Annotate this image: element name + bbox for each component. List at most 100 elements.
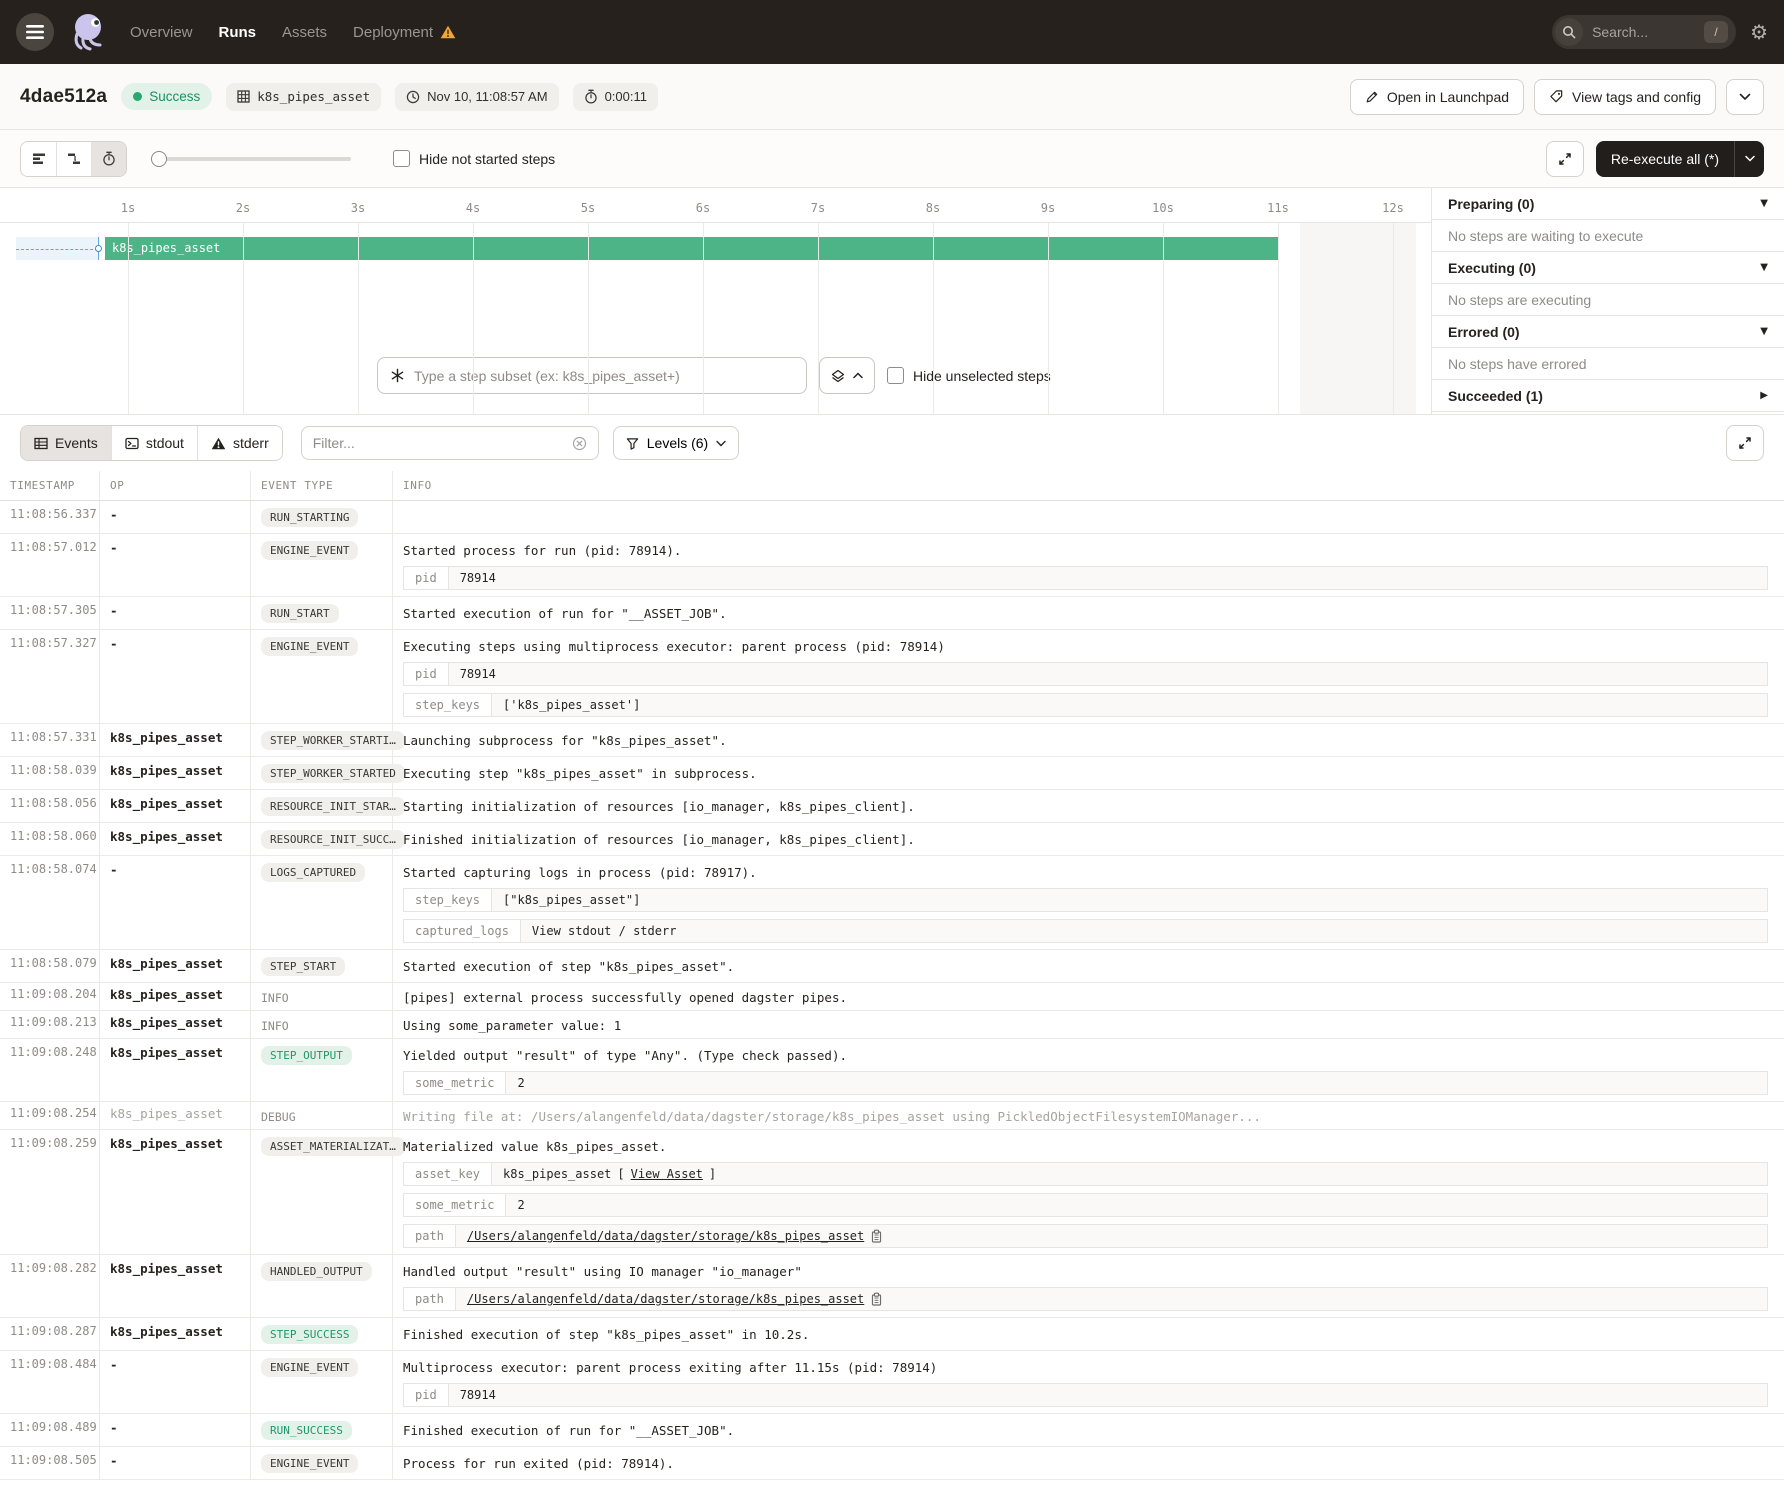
run-actions-dropdown-button[interactable] — [1726, 79, 1764, 115]
log-table-row[interactable]: 11:08:58.039k8s_pipes_assetSTEP_WORKER_S… — [0, 757, 1784, 790]
log-table-row[interactable]: 11:09:08.213k8s_pipes_assetINFOUsing som… — [0, 1011, 1784, 1039]
checkbox-box[interactable] — [887, 367, 904, 384]
clear-filter-icon[interactable] — [572, 436, 587, 451]
nav-item-overview[interactable]: Overview — [130, 24, 193, 41]
event-timestamp: 11:08:58.060 — [0, 823, 100, 855]
reexecute-all-button[interactable]: Re-execute all (*) — [1596, 141, 1734, 177]
nav-item-runs[interactable]: Runs — [219, 24, 257, 41]
event-metadata-entry: pid78914 — [403, 566, 1768, 590]
log-table-row[interactable]: 11:08:57.305-RUN_STARTStarted execution … — [0, 597, 1784, 630]
event-metadata-entry: step_keys["k8s_pipes_asset"] — [403, 888, 1768, 912]
log-table-row[interactable]: 11:08:58.074-LOGS_CAPTUREDStarted captur… — [0, 856, 1784, 950]
view-tags-config-button[interactable]: View tags and config — [1534, 79, 1716, 115]
log-table-row[interactable]: 11:09:08.282k8s_pipes_assetHANDLED_OUTPU… — [0, 1255, 1784, 1318]
event-type-badge: RUN_SUCCESS — [261, 1421, 352, 1440]
chevron-up-icon — [853, 372, 863, 379]
chevron-down-icon: ▼ — [1760, 326, 1768, 337]
log-table-row[interactable]: 11:09:08.489-RUN_SUCCESSFinished executi… — [0, 1414, 1784, 1447]
search-input[interactable]: Search... / — [1552, 15, 1736, 49]
log-table-row[interactable]: 11:09:08.505-ENGINE_EVENTProcess for run… — [0, 1447, 1784, 1480]
log-table-row[interactable]: 11:09:08.259k8s_pipes_assetASSET_MATERIA… — [0, 1130, 1784, 1255]
status-section-header[interactable]: Errored (0)▼ — [1432, 316, 1784, 348]
event-timestamp: 11:08:57.327 — [0, 630, 100, 723]
log-table-row[interactable]: 11:08:57.327-ENGINE_EVENTExecuting steps… — [0, 630, 1784, 724]
metadata-value: /Users/alangenfeld/data/dagster/storage/… — [456, 1288, 1767, 1310]
event-info: Started capturing logs in process (pid: … — [393, 856, 1784, 949]
log-table-row[interactable]: 11:09:08.254k8s_pipes_assetDEBUGWriting … — [0, 1102, 1784, 1130]
step-subset-input[interactable]: Type a step subset (ex: k8s_pipes_asset+… — [377, 357, 807, 394]
hamburger-menu-button[interactable] — [16, 13, 54, 51]
path-link[interactable]: /Users/alangenfeld/data/dagster/storage/… — [467, 1229, 864, 1243]
axis-tick-label: 6s — [696, 201, 710, 215]
gantt-time-axis: 1s2s3s4s5s6s7s8s9s10s11s12s — [0, 188, 1431, 223]
chevron-down-icon — [1739, 93, 1751, 101]
log-table-row[interactable]: 11:09:08.287k8s_pipes_assetSTEP_SUCCESSF… — [0, 1318, 1784, 1351]
log-table-row[interactable]: 11:08:56.337-RUN_STARTING — [0, 501, 1784, 534]
log-table-row[interactable]: 11:09:08.204k8s_pipes_assetINFO[pipes] e… — [0, 983, 1784, 1011]
copy-icon[interactable] — [870, 1229, 883, 1243]
event-type-cell: ENGINE_EVENT — [251, 1351, 393, 1413]
asset-tag[interactable]: k8s_pipes_asset — [226, 83, 381, 111]
log-table-row[interactable]: 11:08:58.060k8s_pipes_assetRESOURCE_INIT… — [0, 823, 1784, 856]
axis-gridline — [358, 223, 359, 414]
octopus-logo-icon — [68, 11, 110, 53]
log-tab-stderr[interactable]: stderr — [197, 426, 282, 460]
event-type-cell: STEP_WORKER_STARTI… — [251, 724, 393, 756]
event-op: k8s_pipes_asset — [100, 757, 251, 789]
event-metadata-entry: path/Users/alangenfeld/data/dagster/stor… — [403, 1224, 1768, 1248]
log-filter-input[interactable]: Filter... — [301, 426, 599, 460]
path-link[interactable]: /Users/alangenfeld/data/dagster/storage/… — [467, 1292, 864, 1306]
event-timestamp: 11:09:08.489 — [0, 1414, 100, 1446]
event-info: Materialized value k8s_pipes_asset.asset… — [393, 1130, 1784, 1254]
reexecute-dropdown-button[interactable] — [1734, 141, 1764, 177]
gantt-zoom-slider[interactable] — [151, 151, 351, 167]
event-type-badge: STEP_START — [261, 957, 345, 976]
checkbox-box[interactable] — [393, 150, 410, 167]
levels-filter-button[interactable]: Levels (6) — [613, 426, 739, 460]
start-time: Nov 10, 11:08:57 AM — [395, 83, 558, 111]
event-info: Finished execution of run for "__ASSET_J… — [393, 1414, 1784, 1446]
event-type-badge: RUN_START — [261, 604, 339, 623]
view-mode-timed-button[interactable] — [91, 142, 126, 176]
expand-icon — [1557, 151, 1573, 167]
log-table-row[interactable]: 11:09:08.248k8s_pipes_assetSTEP_OUTPUTYi… — [0, 1039, 1784, 1102]
graph-query-toggle-button[interactable] — [819, 357, 875, 394]
log-table-row[interactable]: 11:09:08.484-ENGINE_EVENTMultiprocess ex… — [0, 1351, 1784, 1414]
settings-gear-button[interactable]: ⚙ — [1750, 22, 1768, 42]
log-table-row[interactable]: 11:08:58.056k8s_pipes_assetRESOURCE_INIT… — [0, 790, 1784, 823]
log-tab-stdout[interactable]: stdout — [111, 426, 197, 460]
status-section-header[interactable]: Preparing (0)▼ — [1432, 188, 1784, 220]
metadata-value: View stdout / stderr — [521, 920, 1767, 942]
dagster-logo[interactable] — [68, 11, 110, 53]
view-mode-waterfall-button[interactable] — [56, 142, 91, 176]
status-section-header[interactable]: Executing (0)▼ — [1432, 252, 1784, 284]
metadata-key: asset_key — [404, 1163, 492, 1185]
open-in-launchpad-button[interactable]: Open in Launchpad — [1350, 79, 1524, 115]
axis-tick-label: 4s — [466, 201, 480, 215]
event-info: Executing steps using multiprocess execu… — [393, 630, 1784, 723]
gantt-toolbar: Hide not started steps Re-execute all (*… — [0, 130, 1784, 188]
event-type-cell: ASSET_MATERIALIZAT… — [251, 1130, 393, 1254]
axis-tick-label: 8s — [926, 201, 940, 215]
nav-item-deployment[interactable]: Deployment — [353, 24, 456, 41]
metadata-value: 2 — [506, 1194, 1767, 1216]
gantt-step-bar[interactable]: k8s_pipes_asset — [105, 237, 1278, 260]
gantt-fullscreen-button[interactable] — [1546, 141, 1584, 177]
log-tab-events[interactable]: Events — [21, 426, 111, 460]
nav-item-label: Deployment — [353, 24, 433, 41]
nav-item-assets[interactable]: Assets — [282, 24, 327, 41]
copy-icon[interactable] — [870, 1292, 883, 1306]
log-fullscreen-button[interactable] — [1726, 425, 1764, 461]
view-asset-link[interactable]: View Asset — [631, 1167, 703, 1181]
log-table-row[interactable]: 11:08:57.012-ENGINE_EVENTStarted process… — [0, 534, 1784, 597]
metadata-key: some_metric — [404, 1194, 506, 1216]
log-table-row[interactable]: 11:08:57.331k8s_pipes_assetSTEP_WORKER_S… — [0, 724, 1784, 757]
log-table-row[interactable]: 11:08:58.079k8s_pipes_assetSTEP_STARTSta… — [0, 950, 1784, 983]
slider-thumb[interactable] — [151, 151, 167, 167]
event-info: Yielded output "result" of type "Any". (… — [393, 1039, 1784, 1101]
status-section-header[interactable]: Succeeded (1)▶ — [1432, 380, 1784, 412]
event-type-badge: RUN_STARTING — [261, 508, 358, 527]
view-mode-flat-button[interactable] — [21, 142, 56, 176]
hide-unselected-checkbox[interactable]: Hide unselected steps — [887, 367, 1051, 384]
hide-not-started-checkbox[interactable]: Hide not started steps — [393, 150, 555, 167]
